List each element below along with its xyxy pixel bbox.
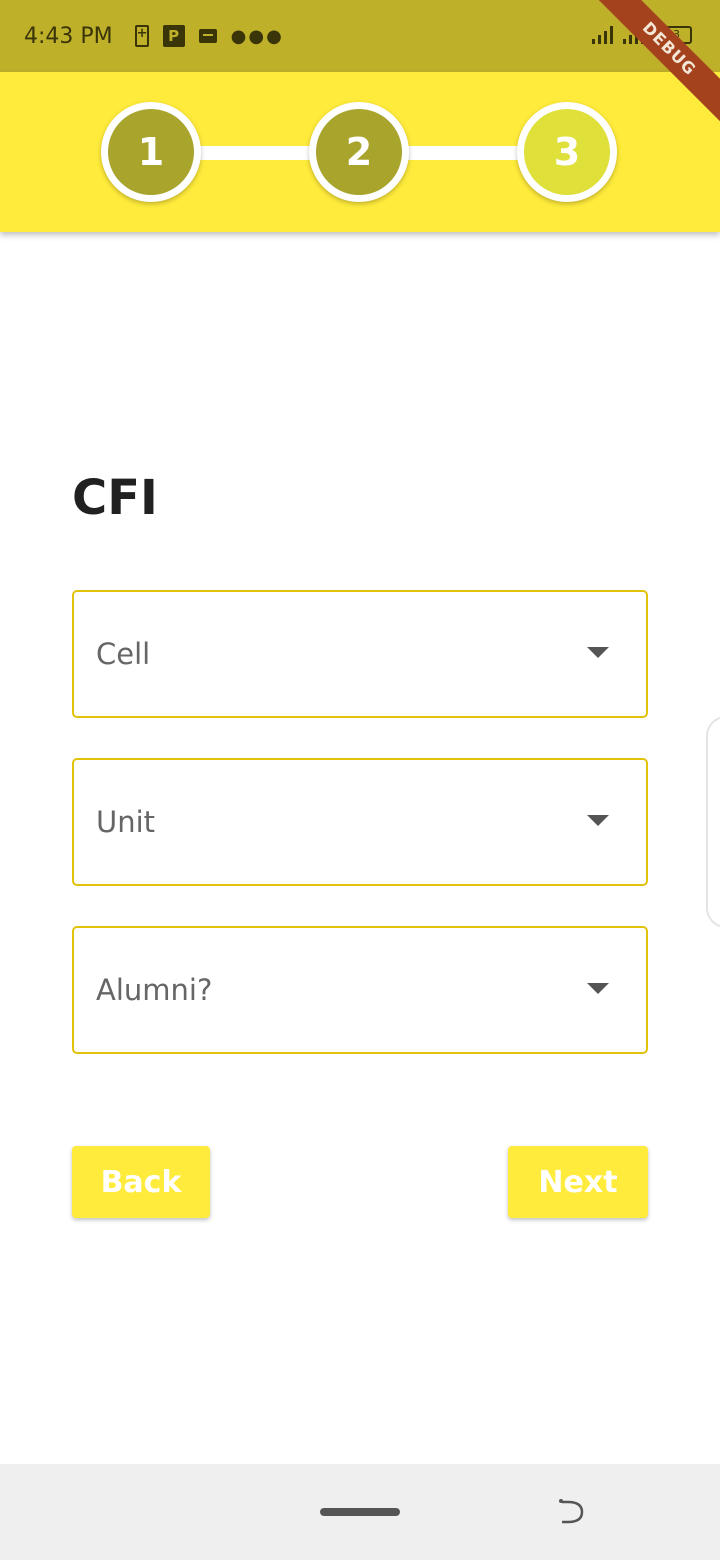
status-icons: P ●●● (134, 25, 284, 47)
status-time: 4:43 PM (24, 23, 113, 49)
more-dots-icon: ●●● (230, 25, 284, 47)
back-gesture-icon[interactable] (558, 1498, 586, 1526)
home-gesture-pill[interactable] (320, 1508, 400, 1516)
stepper: 1 2 3 (0, 72, 720, 232)
step-1[interactable]: 1 (101, 102, 201, 202)
unit-dropdown-label: Unit (96, 805, 156, 839)
back-button[interactable]: Back (72, 1146, 210, 1218)
signal-icon (592, 24, 613, 44)
unit-dropdown[interactable]: Unit (72, 758, 648, 886)
step-3[interactable]: 3 (517, 102, 617, 202)
message-icon (198, 29, 217, 43)
publisher-icon: P (162, 25, 185, 47)
caret-down-icon (587, 815, 609, 826)
step-connector (190, 146, 320, 160)
step-2[interactable]: 2 (309, 102, 409, 202)
battery-saver-icon (134, 25, 149, 47)
page-title: CFI (72, 470, 158, 526)
alumni-dropdown-label: Alumni? (96, 973, 213, 1007)
alumni-dropdown[interactable]: Alumni? (72, 926, 648, 1054)
edge-panel-handle[interactable] (706, 716, 720, 928)
cell-dropdown[interactable]: Cell (72, 590, 648, 718)
navigation-bar (0, 1464, 720, 1560)
screen: 4:43 PM P ●●● 43 DEBUG 1 2 3 CFI Cell Un (0, 0, 720, 1560)
caret-down-icon (587, 647, 609, 658)
step-connector (398, 146, 528, 160)
caret-down-icon (587, 983, 609, 994)
cell-dropdown-label: Cell (96, 637, 151, 671)
next-button[interactable]: Next (508, 1146, 648, 1218)
